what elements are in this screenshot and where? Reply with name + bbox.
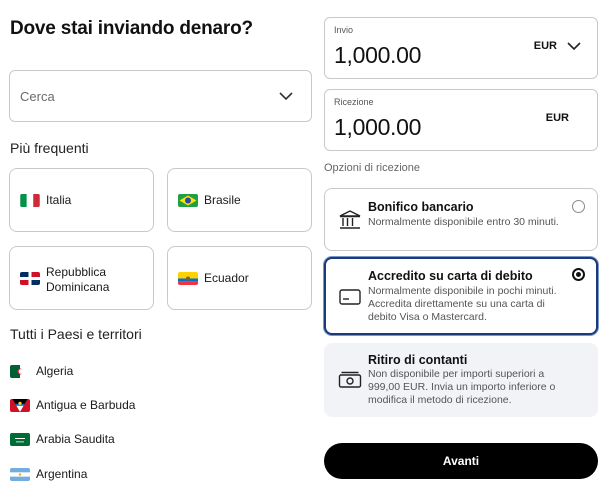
- option-cash-pickup: Ritiro di contanti Non disponibile per i…: [324, 343, 598, 417]
- receive-amount-field[interactable]: Ricezione 1,000.00 EUR: [324, 89, 598, 151]
- continue-button[interactable]: Avanti: [324, 443, 598, 479]
- flag-italy-icon: [20, 194, 40, 207]
- flag-argentina-icon: [10, 468, 30, 481]
- flag-brazil-icon: [178, 194, 198, 207]
- option-title: Accredito su carta di debito: [368, 269, 533, 283]
- country-search-input[interactable]: Cerca: [9, 70, 312, 122]
- page-title: Dove stai inviando denaro?: [10, 18, 253, 39]
- chevron-down-icon[interactable]: [277, 87, 295, 105]
- country-name: Antigua e Barbuda: [36, 398, 136, 412]
- search-placeholder: Cerca: [20, 89, 55, 104]
- send-currency[interactable]: EUR: [534, 40, 557, 52]
- send-amount-field[interactable]: Invio 1,000.00 EUR: [324, 17, 598, 79]
- flag-ecuador-icon: [178, 272, 198, 285]
- country-name: Brasile: [204, 193, 241, 207]
- frequent-country-ecuador[interactable]: Ecuador: [167, 246, 312, 310]
- bank-icon: [339, 210, 361, 229]
- country-name: Argentina: [36, 467, 88, 481]
- send-label: Invio: [334, 25, 354, 35]
- send-amount-value[interactable]: 1,000.00: [334, 42, 421, 69]
- option-radio-selected[interactable]: [572, 268, 585, 281]
- country-name: Algeria: [36, 364, 74, 378]
- country-row-arabia-saudita[interactable]: Arabia Saudita: [10, 428, 310, 452]
- receive-amount-value[interactable]: 1,000.00: [334, 114, 421, 141]
- option-title: Bonifico bancario: [368, 200, 474, 214]
- receive-options-label: Opzioni di ricezione: [324, 162, 420, 174]
- frequent-label: Più frequenti: [10, 140, 89, 156]
- frequent-country-italia[interactable]: Italia: [9, 168, 154, 232]
- option-title: Ritiro di contanti: [368, 353, 468, 367]
- cash-icon: [338, 371, 362, 388]
- card-icon: [339, 289, 361, 305]
- country-row-algeria[interactable]: Algeria: [10, 360, 310, 384]
- option-description: Normalmente disponibile entro 30 minuti.: [368, 216, 559, 228]
- receive-label: Ricezione: [334, 97, 374, 107]
- option-radio[interactable]: [572, 200, 585, 213]
- all-countries-label: Tutti i Paesi e territori: [10, 326, 142, 342]
- flag-dominican-republic-icon: [20, 272, 40, 285]
- frequent-country-repubblica-dominicana[interactable]: Repubblica Dominicana: [9, 246, 154, 310]
- option-description: Non disponibile per importi superiori a …: [368, 368, 556, 406]
- option-bank-transfer[interactable]: Bonifico bancario Normalmente disponibil…: [324, 188, 598, 251]
- country-row-antigua-e-barbuda[interactable]: Antigua e Barbuda: [10, 394, 310, 418]
- country-name: Italia: [46, 193, 72, 207]
- frequent-country-brasile[interactable]: Brasile: [167, 168, 312, 232]
- flag-antigua-and-barbuda-icon: [10, 399, 30, 412]
- country-name: Arabia Saudita: [36, 432, 115, 446]
- country-row-argentina[interactable]: Argentina: [10, 463, 310, 487]
- flag-saudi-arabia-icon: [10, 433, 30, 446]
- chevron-down-icon[interactable]: [566, 38, 582, 54]
- option-description: Normalmente disponibile in pochi minuti.…: [368, 285, 557, 323]
- option-debit-card[interactable]: Accredito su carta di debito Normalmente…: [324, 257, 598, 335]
- country-name: Ecuador: [204, 271, 249, 285]
- country-name: Repubblica Dominicana: [46, 265, 110, 294]
- flag-algeria-icon: [10, 365, 30, 378]
- receive-currency: EUR: [545, 112, 569, 124]
